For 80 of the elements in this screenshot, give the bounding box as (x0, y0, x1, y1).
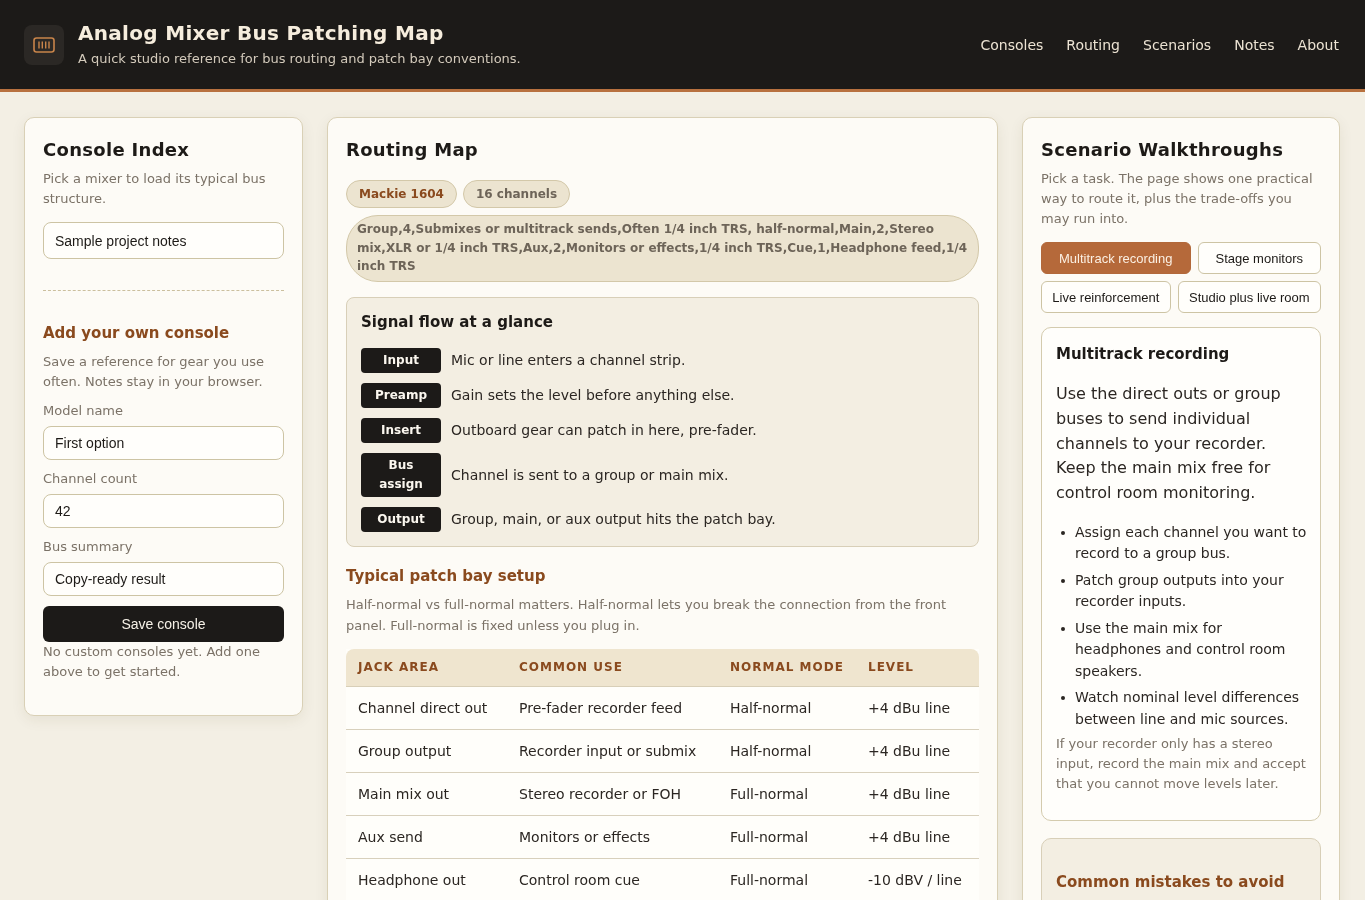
input-field[interactable]: 42 (43, 494, 284, 528)
bus-summary-chip: Group,4,Submixes or multitrack sends,Often 1/4 inch TRS, half-normal,Main,2,Stereo mix,XLR or 1/4 inch TRS,Aux,2,Monitors or effects,1/4 inch TRS,Cue,1,Headphone feed,1/4 inch TRS (346, 215, 979, 282)
bullet-icon (1061, 626, 1065, 631)
card-title: Scenario Walkthroughs (1041, 138, 1285, 162)
table-cell: Headphone out (346, 858, 507, 900)
flow-step-label: Insert (361, 417, 441, 443)
site-title: Analog Mixer Bus Patching Map (78, 21, 445, 45)
table-cell: Pre-fader recorder feed (507, 686, 718, 730)
table-cell: Full-normal (718, 815, 856, 859)
table-cell: Monitors or effects (507, 815, 718, 859)
console-model-chip: Mackie 1604 (346, 180, 457, 208)
scenario-tab[interactable]: Live reinforcement (1041, 281, 1171, 313)
section-title: Add your own console (43, 323, 231, 344)
card-title: Routing Map (346, 138, 480, 162)
field-label: Bus summary (43, 538, 134, 556)
panel-title: Signal flow at a glance (361, 311, 554, 333)
flow-step-text: Group, main, or aux output hits the patch bay. (451, 510, 776, 529)
field-label: Channel count (43, 470, 139, 488)
nav-link[interactable]: About (1297, 36, 1339, 53)
bullet-icon (1061, 696, 1065, 701)
table-cell: +4 dBu line (856, 772, 979, 816)
flow-step-text: Gain sets the level before anything else. (451, 386, 735, 405)
section-title: Typical patch bay setup (346, 565, 547, 587)
flow-step-label: Preamp (361, 382, 441, 408)
flow-step-text: Mic or line enters a channel strip. (451, 351, 686, 370)
column-header: COMMON USE (507, 648, 718, 687)
table-cell: Aux send (346, 815, 507, 859)
section-title: Common mistakes to avoid (1056, 872, 1286, 894)
scenario-tab[interactable]: Stage monitors (1197, 242, 1321, 274)
column-header: NORMAL MODE (718, 648, 856, 687)
table-cell: +4 dBu line (856, 815, 979, 859)
logo-icon (24, 24, 64, 65)
nav-link[interactable]: Routing (1066, 36, 1120, 53)
scenario-tab[interactable]: Studio plus live room (1177, 281, 1321, 313)
table-cell: Full-normal (718, 858, 856, 900)
bullet-text: Assign each channel you want to record to a group bus. (1075, 522, 1308, 564)
field-label: Model name (43, 402, 125, 420)
table-cell: +4 dBu line (856, 729, 979, 773)
detail-title: Multitrack recording (1056, 344, 1231, 365)
flow-step-label: Bus assign (361, 452, 441, 497)
table-cell: Control room cue (507, 858, 718, 900)
section-description: Half-normal vs full-normal matters. Half-normal lets you break the connection from the front panel. Full-normal is fixed unless you plug in. (346, 595, 947, 635)
bullet-icon (1061, 530, 1065, 535)
card-title: Console Index (43, 138, 191, 162)
site-subtitle: A quick studio reference for bus routing and patch bay conventions. (78, 50, 521, 68)
channel-count-chip: 16 channels (462, 180, 571, 208)
bullet-text: Use the main mix for headphones and control room speakers. (1075, 618, 1287, 681)
section-description: Save a reference for gear you use often. Notes stay in your browser. (43, 353, 266, 391)
nav-link[interactable]: Scenarios (1143, 36, 1212, 53)
table-cell: Channel direct out (346, 686, 507, 730)
bullet-text: Patch group outputs into your recorder inputs. (1075, 570, 1285, 612)
flow-step-text: Channel is sent to a group or main mix. (451, 465, 729, 485)
table-cell: Half-normal (718, 686, 856, 730)
card-description: Pick a task. The page shows one practical way to route it, plus the trade-offs you may run into. (1041, 170, 1314, 228)
input-field[interactable]: First option (43, 426, 284, 460)
card-description: Pick a mixer to load its typical bus structure. (43, 170, 267, 208)
save-console-button[interactable]: Save console (43, 606, 284, 642)
flow-step-label: Input (361, 347, 441, 373)
input-field[interactable]: Copy-ready result (43, 562, 284, 596)
table-cell: Stereo recorder or FOH (507, 772, 718, 816)
table-cell: Group output (346, 729, 507, 773)
table-cell: Half-normal (718, 729, 856, 773)
detail-note: If your recorder only has a stereo input, record the main mix and accept that you cannot move levels later. (1056, 735, 1306, 794)
nav-link[interactable]: Notes (1234, 36, 1275, 53)
table-cell: -10 dBV / line (856, 858, 979, 900)
detail-summary: Use the direct outs or group buses to send individual channels to your recorder. Keep the main mix free for control room monitoring. (1056, 383, 1282, 504)
scenario-tab[interactable]: Multitrack recording (1041, 242, 1191, 274)
column-header: LEVEL (856, 648, 979, 687)
table-cell: +4 dBu line (856, 686, 979, 730)
column-header: JACK AREA (346, 648, 507, 687)
notes-field[interactable]: Sample project notes (43, 222, 284, 259)
empty-note: No custom consoles yet. Add one above to get started. (43, 643, 261, 681)
bullet-text: Watch nominal level differences between line and mic sources. (1075, 688, 1301, 729)
flow-step-label: Output (361, 506, 441, 532)
table-cell: Recorder input or submix (507, 729, 718, 773)
table-cell: Main mix out (346, 772, 507, 816)
nav-link[interactable]: Consoles (980, 36, 1044, 53)
table-cell: Full-normal (718, 772, 856, 816)
bullet-icon (1061, 578, 1065, 583)
flow-step-text: Outboard gear can patch in here, pre-fader. (451, 421, 757, 440)
